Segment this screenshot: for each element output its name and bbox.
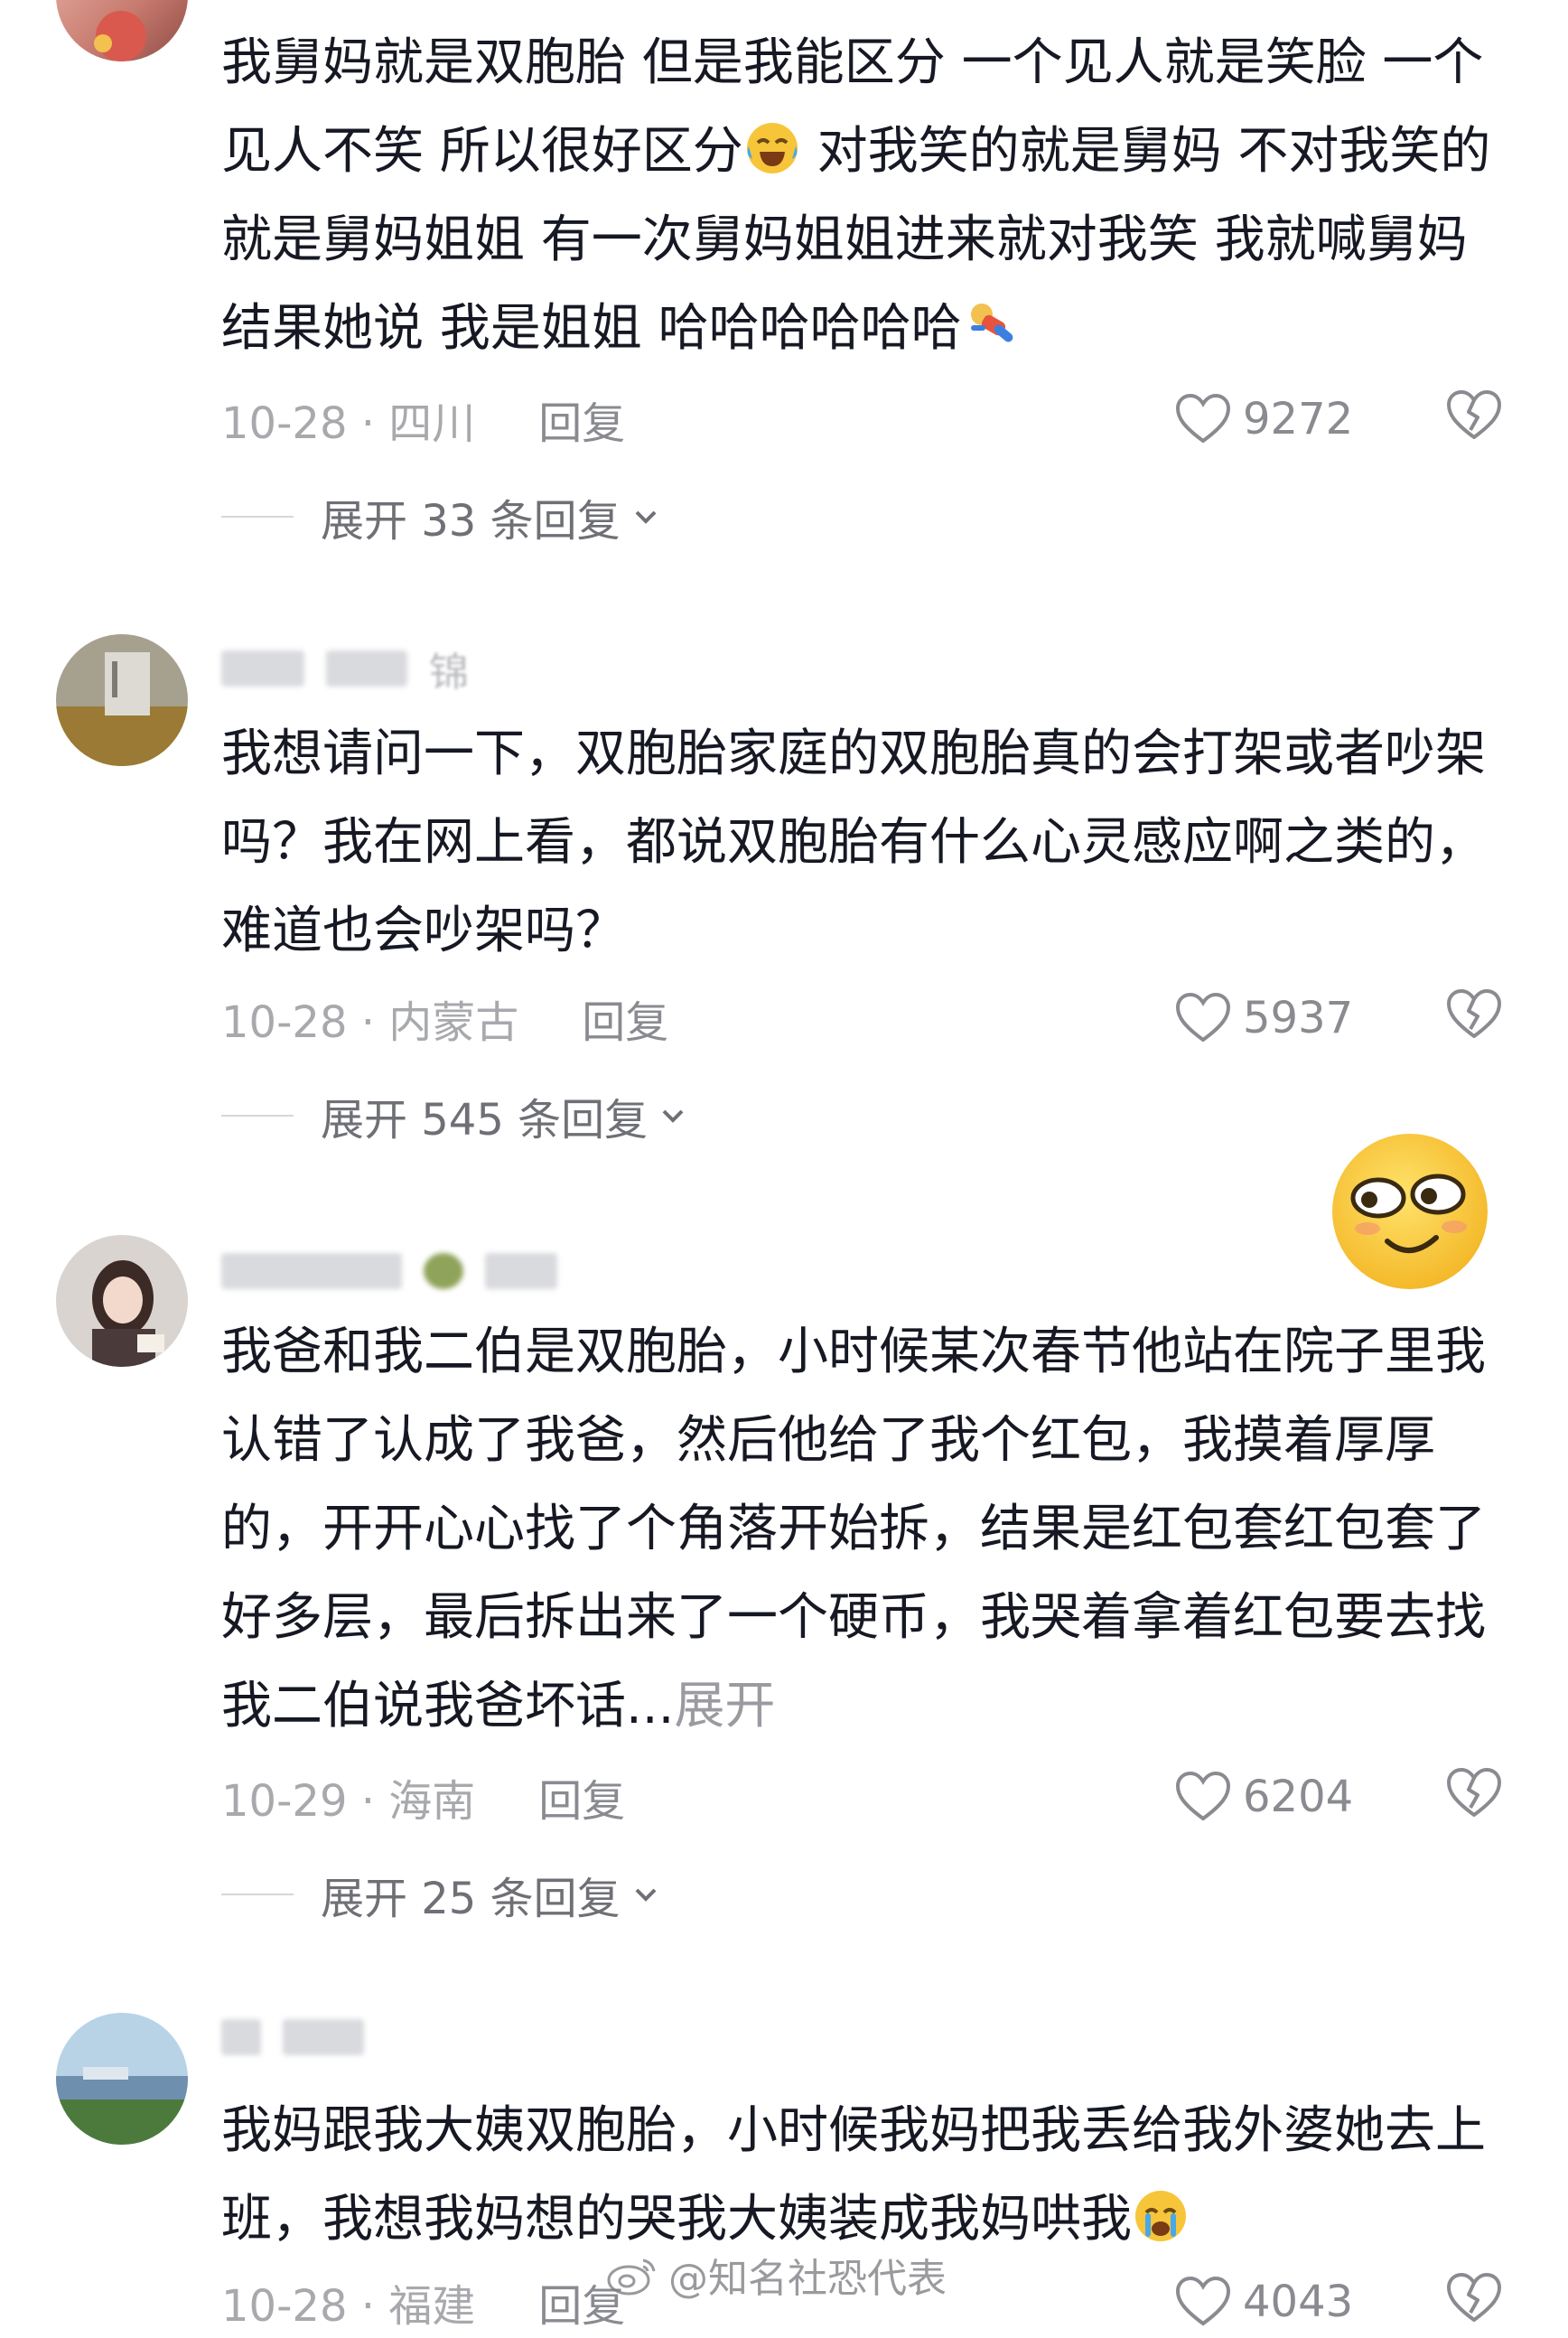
avatar[interactable] (56, 2013, 188, 2145)
expand-replies-label: 展开 25 条回复 (321, 1874, 621, 1924)
comment-meta: 10-28 · 四川 回复 9272 (221, 383, 1522, 455)
expand-replies-label: 展开 545 条回复 (321, 1095, 649, 1146)
avatar-image (56, 634, 188, 766)
heart-icon (1175, 393, 1231, 444)
expand-replies-button[interactable]: 展开 25 条回复 (221, 1863, 662, 1926)
avatar-image (56, 2013, 188, 2145)
comment-date-region: 10-28 · 内蒙古 (221, 997, 519, 1048)
like-count: 9272 (1243, 394, 1354, 444)
weibo-logo-icon (607, 2259, 656, 2296)
dislike-button[interactable] (1445, 987, 1503, 1052)
expand-replies-button[interactable]: 展开 33 条回复 (221, 485, 662, 548)
comment-text: 我妈跟我大姨双胞胎，小时候我妈把我丢给我外婆她去上班，我想我妈想的哭我大姨装成我… (221, 2087, 1522, 2264)
comment-meta: 10-29 · 海南 回复 6204 (221, 1761, 1522, 1833)
avatar[interactable] (56, 1235, 188, 1367)
reply-button[interactable]: 回复 (538, 388, 625, 451)
blurred-name (221, 1253, 402, 1289)
broken-heart-icon (1447, 989, 1501, 1038)
user-name[interactable] (221, 1244, 579, 1298)
divider (221, 1115, 294, 1117)
like-button[interactable]: 6204 (1174, 1770, 1353, 1824)
expand-text-link[interactable]: 展开 (674, 1677, 775, 1735)
broken-heart-icon (1447, 2273, 1501, 2322)
avatar-image (56, 1235, 188, 1367)
laugh-cry-emoji (743, 117, 801, 174)
dislike-button[interactable] (1445, 1766, 1503, 1831)
heart-icon (1175, 992, 1231, 1043)
comment-text: 我想请问一下，双胞胎家庭的双胞胎真的会打架或者吵架吗？我在网上看，都说双胞胎有什… (221, 725, 1486, 960)
comment-text: 我舅妈就是双胞胎 但是我能区分 一个见人就是笑脸 一个见人不笑 所以很好区分 对… (221, 19, 1522, 373)
divider (221, 516, 294, 518)
blurred-emoji (424, 1253, 463, 1289)
reply-button[interactable]: 回复 (582, 987, 668, 1050)
blurred-name (485, 1253, 557, 1289)
like-button[interactable]: 4043 (1174, 2275, 1353, 2329)
blurred-name (221, 2019, 261, 2055)
falling-person-emoji (962, 294, 1020, 351)
expand-replies-button[interactable]: 展开 545 条回复 (221, 1084, 689, 1147)
like-button[interactable]: 5937 (1174, 991, 1353, 1045)
dislike-button[interactable] (1445, 388, 1503, 454)
heart-icon (1175, 2276, 1231, 2326)
user-name[interactable]: 锦 (221, 641, 469, 696)
broken-heart-icon (1447, 1768, 1501, 1817)
comment-meta: 10-28 · 内蒙古 回复 5937 (221, 982, 1522, 1054)
like-count: 5937 (1243, 993, 1354, 1043)
chevron-down-icon (635, 510, 657, 524)
comment-text-body: 我爸和我二伯是双胞胎，小时候某次春节他站在院子里我认错了认成了我爸，然后他给了我… (221, 1323, 1486, 1735)
comment-text: 我爸和我二伯是双胞胎，小时候某次春节他站在院子里我认错了认成了我爸，然后他给了我… (221, 1308, 1522, 1751)
broken-heart-icon (1447, 390, 1501, 439)
divider (221, 1894, 294, 1895)
comment-date-region: 10-29 · 海南 (221, 1776, 476, 1827)
like-count: 4043 (1243, 2277, 1354, 2327)
comment-date-region: 10-28 · 四川 (221, 398, 476, 449)
user-name[interactable] (221, 2010, 386, 2064)
watermark-text: @知名社恐代表 (668, 2256, 947, 2302)
expand-replies-label: 展开 33 条回复 (321, 496, 621, 547)
blurred-name (326, 650, 407, 687)
avatar-image (56, 0, 188, 61)
comment-text-body: 我妈跟我大姨双胞胎，小时候我妈把我丢给我外婆她去上班，我想我妈想的哭我大姨装成我… (221, 2101, 1486, 2249)
heart-icon (1175, 1771, 1231, 1821)
chevron-down-icon (662, 1109, 684, 1123)
blurred-name (221, 650, 304, 687)
blurred-name (283, 2019, 364, 2055)
smug-face-emoji (1328, 1129, 1492, 1294)
watermark: @知名社恐代表 (605, 2246, 947, 2304)
avatar[interactable] (56, 634, 188, 766)
user-name-text: 锦 (429, 650, 469, 696)
dislike-button[interactable] (1445, 2271, 1503, 2336)
chevron-down-icon (635, 1888, 657, 1902)
comment-date-region: 10-28 · 福建 (221, 2281, 476, 2332)
reply-button[interactable]: 回复 (538, 1765, 625, 1828)
like-button[interactable]: 9272 (1174, 392, 1353, 446)
crying-emoji (1132, 2184, 1190, 2242)
avatar[interactable] (56, 0, 188, 61)
like-count: 6204 (1243, 1772, 1354, 1822)
